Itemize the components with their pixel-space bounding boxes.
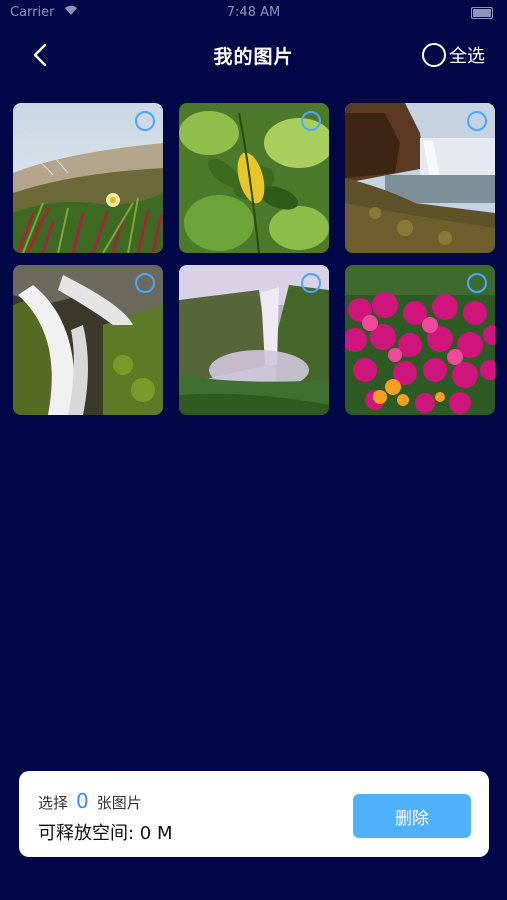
nav-bar: 我的图片 全选 bbox=[0, 26, 507, 84]
select-prefix-label: 选择 bbox=[38, 794, 69, 812]
status-bar: Carrier 7:48 AM bbox=[0, 0, 507, 26]
photo-tile[interactable] bbox=[13, 265, 163, 415]
select-circle-icon[interactable] bbox=[467, 111, 487, 131]
select-circle-icon[interactable] bbox=[301, 111, 321, 131]
photo-grid bbox=[13, 103, 495, 415]
select-circle-icon[interactable] bbox=[301, 273, 321, 293]
photo-tile[interactable] bbox=[345, 265, 495, 415]
select-suffix-label: 张图片 bbox=[96, 794, 142, 812]
battery-icon bbox=[471, 7, 493, 19]
photo-tile[interactable] bbox=[179, 265, 329, 415]
select-circle-icon[interactable] bbox=[467, 273, 487, 293]
select-circle-icon[interactable] bbox=[135, 273, 155, 293]
delete-button[interactable]: 删除 bbox=[353, 794, 471, 838]
selection-summary: 选择 0 张图片 bbox=[38, 789, 142, 813]
select-circle-icon[interactable] bbox=[135, 111, 155, 131]
photo-tile[interactable] bbox=[179, 103, 329, 253]
select-all-button[interactable]: 全选 bbox=[422, 40, 485, 70]
photo-tile[interactable] bbox=[13, 103, 163, 253]
selected-count: 0 bbox=[76, 789, 89, 813]
select-all-label: 全选 bbox=[449, 46, 485, 67]
freeable-space-label: 可释放空间: 0 M bbox=[38, 823, 173, 844]
selection-panel: 选择 0 张图片 可释放空间: 0 M 删除 bbox=[19, 771, 489, 857]
status-time: 7:48 AM bbox=[226, 5, 281, 20]
circle-check-icon bbox=[422, 43, 446, 67]
photo-tile[interactable] bbox=[345, 103, 495, 253]
